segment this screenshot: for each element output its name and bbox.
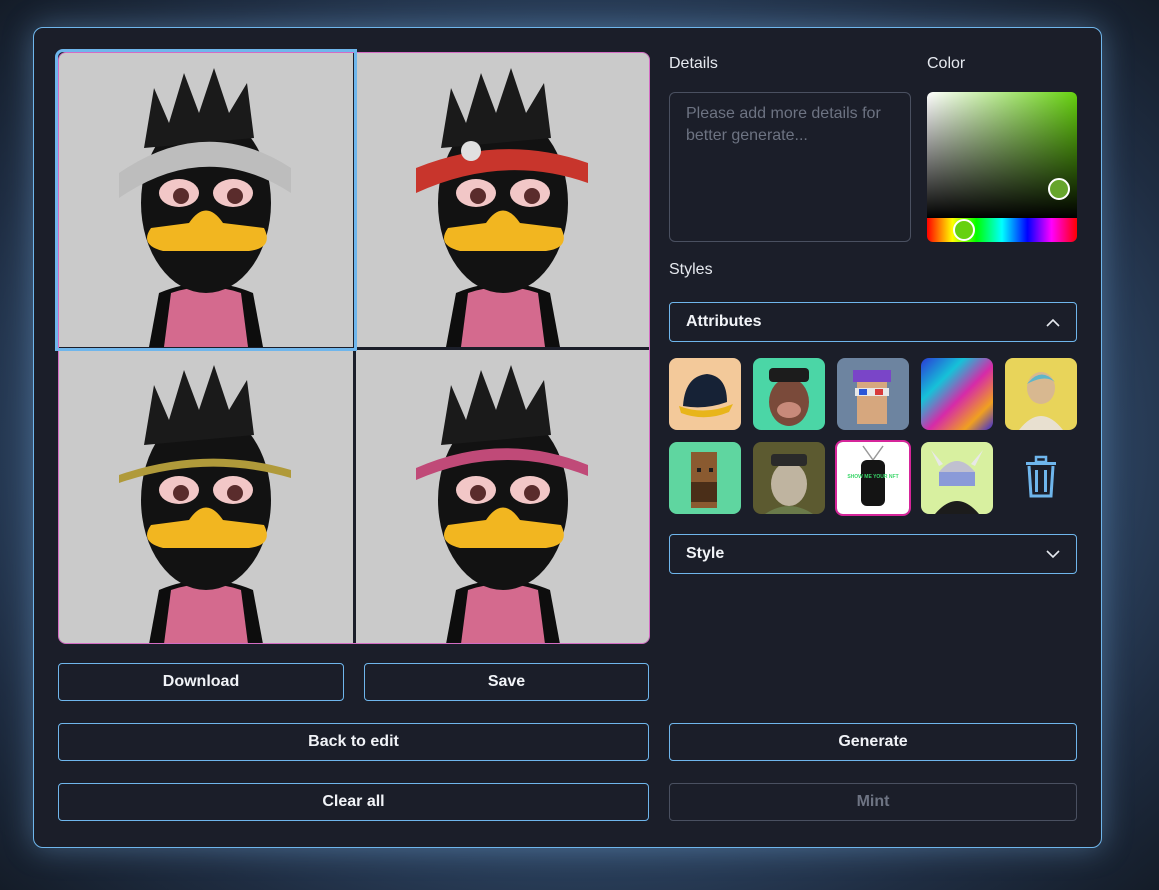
generated-images-grid — [58, 52, 650, 644]
duck-image — [59, 53, 353, 347]
chevron-up-icon — [1046, 318, 1060, 327]
generated-image-3[interactable] — [59, 350, 353, 643]
style-accordion[interactable]: Style — [669, 534, 1077, 574]
attribute-pixel-punk-purple-cap[interactable] — [837, 358, 909, 430]
dog-tag-text: SHOW ME YOUR NFT — [847, 474, 898, 480]
pixel-punk-icon — [837, 358, 909, 430]
back-to-edit-button[interactable]: Back to edit — [58, 723, 649, 761]
attribute-army-ape[interactable] — [753, 442, 825, 514]
save-button[interactable]: Save — [364, 663, 649, 701]
dog-tag-icon: SHOW ME YOUR NFT — [837, 442, 909, 514]
styles-label: Styles — [669, 261, 713, 278]
generate-button[interactable]: Generate — [669, 723, 1077, 761]
trash-icon[interactable] — [1018, 454, 1064, 500]
attribute-viking-bandana[interactable] — [921, 442, 993, 514]
viking-icon — [921, 442, 993, 514]
color-picker[interactable] — [927, 92, 1077, 242]
download-button[interactable]: Download — [58, 663, 344, 701]
cap-icon — [669, 358, 741, 430]
attribute-psychedelic-fur[interactable] — [921, 358, 993, 430]
saturation-knob[interactable] — [1048, 178, 1070, 200]
hue-slider[interactable] — [927, 218, 1077, 242]
chevron-down-icon — [1046, 549, 1060, 558]
attribute-pixel-punk-bearded[interactable] — [669, 442, 741, 514]
ape-icon — [753, 358, 825, 430]
pixel-punk-icon — [669, 442, 741, 514]
color-label: Color — [927, 55, 966, 72]
details-label: Details — [669, 55, 718, 72]
duck-image — [356, 53, 649, 347]
clear-all-button[interactable]: Clear all — [58, 783, 649, 821]
generated-image-4[interactable] — [356, 350, 649, 643]
attribute-nft-dog-tag[interactable]: SHOW ME YOUR NFT — [835, 440, 911, 516]
duck-image — [59, 350, 353, 643]
attribute-cap[interactable] — [669, 358, 741, 430]
attribute-pirate-ape[interactable] — [753, 358, 825, 430]
generated-image-2[interactable] — [356, 53, 649, 347]
hue-knob[interactable] — [953, 219, 975, 241]
attribute-blonde-character[interactable] — [1005, 358, 1077, 430]
character-icon — [1005, 358, 1077, 430]
attributes-accordion-label: Attributes — [686, 313, 762, 330]
ape-icon — [753, 442, 825, 514]
mint-button[interactable]: Mint — [669, 783, 1077, 821]
attributes-accordion[interactable]: Attributes — [669, 302, 1077, 342]
generator-panel: Download Save Back to edit Clear all Gen… — [33, 27, 1102, 848]
duck-image — [356, 350, 649, 643]
fur-icon — [921, 358, 993, 430]
style-accordion-label: Style — [686, 545, 725, 562]
details-textarea[interactable]: Please add more details for better gener… — [669, 92, 911, 242]
generated-image-1[interactable] — [59, 53, 353, 347]
